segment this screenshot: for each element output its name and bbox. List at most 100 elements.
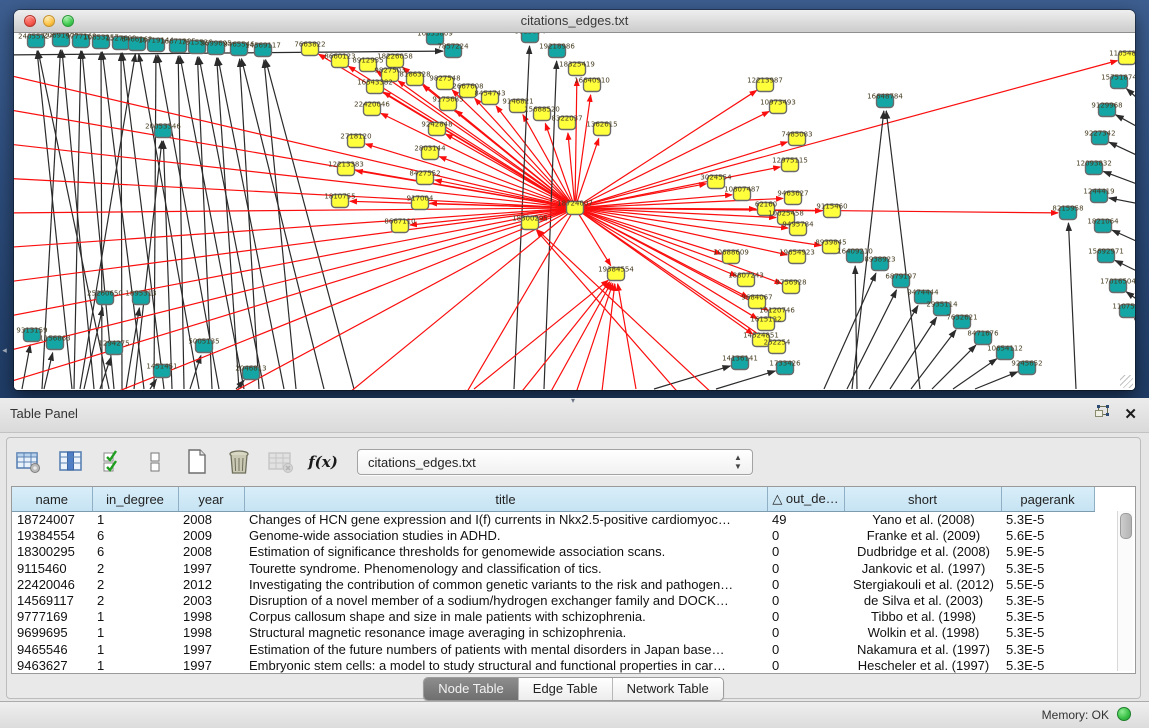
table-cell[interactable]: Structural magnetic resonance image aver… bbox=[244, 625, 767, 641]
table-cell[interactable]: 0 bbox=[767, 658, 844, 674]
column-header-indegree[interactable]: in_degree bbox=[92, 487, 178, 512]
graph-edge[interactable] bbox=[886, 111, 920, 389]
table-cell[interactable]: 2008 bbox=[178, 512, 244, 529]
table-cell[interactable]: 49 bbox=[767, 512, 844, 529]
column-header-outde[interactable]: △ out_de… bbox=[767, 487, 844, 512]
table-cell[interactable]: 1997 bbox=[178, 642, 244, 658]
table-cell[interactable]: Hescheler et al. (1997) bbox=[844, 658, 1001, 674]
table-cell[interactable]: 5.9E-5 bbox=[1001, 544, 1094, 560]
table-cell[interactable]: Yano et al. (2008) bbox=[844, 512, 1001, 529]
table-cell[interactable]: 1 bbox=[92, 512, 178, 529]
network-view-window[interactable]: citations_edges.txt 18724007766382286601… bbox=[14, 10, 1135, 390]
table-cell[interactable]: 9699695 bbox=[12, 625, 92, 641]
table-cell[interactable]: 18300295 bbox=[12, 544, 92, 560]
table-cell[interactable]: 14569117 bbox=[12, 593, 92, 609]
table-cell[interactable]: Wolkin et al. (1998) bbox=[844, 625, 1001, 641]
tab-edge-table[interactable]: Edge Table bbox=[519, 678, 613, 700]
graph-edge[interactable] bbox=[154, 55, 156, 389]
table-cell[interactable]: 5.6E-5 bbox=[1001, 528, 1094, 544]
table-selector-dropdown[interactable]: citations_edges.txt ▲▼ bbox=[357, 449, 753, 475]
table-cell[interactable]: 2 bbox=[92, 593, 178, 609]
table-cell[interactable]: 1 bbox=[92, 642, 178, 658]
table-cell[interactable]: Genome-wide association studies in ADHD. bbox=[244, 528, 767, 544]
table-scrollbar-thumb[interactable] bbox=[1120, 513, 1132, 539]
graph-edge[interactable] bbox=[716, 371, 775, 389]
graph-edge[interactable] bbox=[14, 208, 575, 213]
delete-trash-icon[interactable] bbox=[225, 448, 253, 476]
unselect-rows-icon[interactable] bbox=[141, 448, 169, 476]
table-row[interactable]: 1938455462009Genome-wide association stu… bbox=[12, 528, 1094, 544]
graph-edge[interactable] bbox=[163, 141, 172, 389]
graph-edge[interactable] bbox=[22, 345, 30, 389]
table-row[interactable]: 911546021997Tourette syndrome. Phenomeno… bbox=[12, 561, 1094, 577]
graph-edge[interactable] bbox=[847, 290, 897, 389]
table-cell[interactable]: 5.3E-5 bbox=[1001, 642, 1094, 658]
table-cell[interactable]: 0 bbox=[767, 528, 844, 544]
table-cell[interactable]: 1997 bbox=[178, 658, 244, 674]
table-cell[interactable]: 0 bbox=[767, 625, 844, 641]
table-cell[interactable]: 2008 bbox=[178, 544, 244, 560]
graph-edge[interactable] bbox=[1109, 142, 1135, 159]
graph-edge[interactable] bbox=[74, 51, 81, 389]
table-scrollbar[interactable] bbox=[1117, 511, 1133, 671]
tab-node-table[interactable]: Node Table bbox=[424, 678, 519, 700]
table-cell[interactable]: 5.5E-5 bbox=[1001, 577, 1094, 593]
table-cell[interactable]: Stergiakouli et al. (2012) bbox=[844, 577, 1001, 593]
window-resize-grip[interactable] bbox=[1120, 375, 1133, 388]
table-cell[interactable]: 2012 bbox=[178, 577, 244, 593]
graph-edge[interactable] bbox=[575, 95, 591, 208]
column-header-name[interactable]: name bbox=[12, 487, 92, 512]
graph-edge[interactable] bbox=[1115, 260, 1135, 275]
table-row[interactable]: 977716911998Corpus callosum shape and si… bbox=[12, 609, 1094, 625]
graph-edge[interactable] bbox=[1068, 223, 1076, 389]
column-header-title[interactable]: title bbox=[244, 487, 767, 512]
splitter-handle[interactable]: ▾ bbox=[566, 398, 580, 404]
graph-edge[interactable] bbox=[549, 283, 611, 390]
graph-edge[interactable] bbox=[178, 56, 184, 389]
table-cell[interactable]: Dudbridge et al. (2008) bbox=[844, 544, 1001, 560]
table-cell[interactable]: 6 bbox=[92, 528, 178, 544]
graph-edge[interactable] bbox=[575, 142, 787, 208]
graph-edge[interactable] bbox=[618, 284, 636, 389]
table-cell[interactable]: 18724007 bbox=[12, 512, 92, 529]
column-header-year[interactable]: year bbox=[178, 487, 244, 512]
table-row[interactable]: 946554611997Estimation of the future num… bbox=[12, 642, 1094, 658]
table-cell[interactable]: Jankovic et al. (1997) bbox=[844, 561, 1001, 577]
graph-edge[interactable] bbox=[464, 208, 575, 390]
close-icon[interactable]: ✕ bbox=[1124, 406, 1137, 424]
table-cell[interactable]: Estimation of significance thresholds fo… bbox=[244, 544, 767, 560]
table-cell[interactable]: 5.3E-5 bbox=[1001, 658, 1094, 674]
graph-edge[interactable] bbox=[150, 379, 156, 389]
graph-edge[interactable] bbox=[911, 330, 956, 389]
table-cell[interactable]: 1998 bbox=[178, 625, 244, 641]
table-cell[interactable]: 0 bbox=[767, 544, 844, 560]
graph-edge[interactable] bbox=[264, 60, 296, 389]
graph-edge[interactable] bbox=[575, 79, 577, 208]
table-cell[interactable]: 19384554 bbox=[12, 528, 92, 544]
graph-edge[interactable] bbox=[1134, 319, 1135, 331]
table-cell[interactable]: 9465546 bbox=[12, 642, 92, 658]
table-settings-icon[interactable] bbox=[15, 448, 43, 476]
table-row[interactable]: 1456911722003Disruption of a novel membe… bbox=[12, 593, 1094, 609]
graph-edge[interactable] bbox=[575, 61, 1117, 208]
function-builder-icon[interactable]: f(x) bbox=[309, 448, 337, 476]
table-cell[interactable]: 2009 bbox=[178, 528, 244, 544]
graph-edge[interactable] bbox=[1126, 89, 1135, 105]
table-cell[interactable]: Franke et al. (2009) bbox=[844, 528, 1001, 544]
table-cell[interactable]: 22420046 bbox=[12, 577, 92, 593]
graph-edge[interactable] bbox=[869, 306, 918, 389]
table-cell[interactable]: 2 bbox=[92, 577, 178, 593]
new-document-icon[interactable] bbox=[183, 448, 211, 476]
graph-edge[interactable] bbox=[474, 280, 608, 389]
table-cell[interactable]: 1 bbox=[92, 658, 178, 674]
float-window-icon[interactable] bbox=[1094, 405, 1110, 425]
table-cell[interactable]: 1 bbox=[92, 625, 178, 641]
graph-edge[interactable] bbox=[975, 372, 1018, 389]
table-cell[interactable]: 6 bbox=[92, 544, 178, 560]
column-header-pagerank[interactable]: pagerank bbox=[1001, 487, 1094, 512]
table-cell[interactable]: Investigating the contribution of common… bbox=[244, 577, 767, 593]
graph-edge[interactable] bbox=[890, 317, 937, 389]
table-cell[interactable]: 5.3E-5 bbox=[1001, 512, 1094, 529]
table-cell[interactable]: Tibbo et al. (1998) bbox=[844, 609, 1001, 625]
column-header-short[interactable]: short bbox=[844, 487, 1001, 512]
